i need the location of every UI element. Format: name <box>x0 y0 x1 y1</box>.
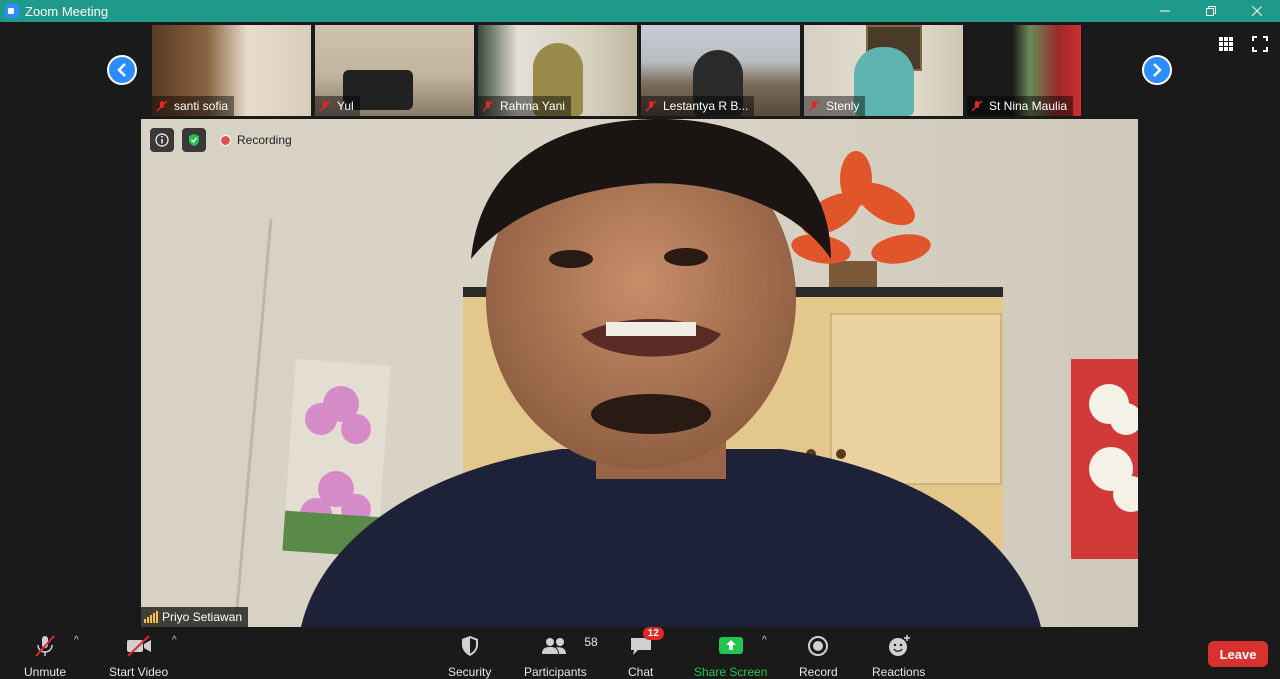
info-icon <box>155 133 169 147</box>
window-controls <box>1142 0 1280 22</box>
reactions-button[interactable]: Reactions <box>872 633 925 679</box>
video-options-caret-icon[interactable]: ^ <box>172 635 177 646</box>
chat-unread-badge: 12 <box>642 627 664 640</box>
participant-tile[interactable]: Rahma Yani <box>478 25 637 116</box>
participants-count: 58 <box>584 635 598 649</box>
active-speaker-video: Recording Priyo Setiawan <box>141 119 1138 627</box>
restore-icon <box>1206 6 1216 16</box>
share-screen-icon <box>718 637 743 654</box>
share-options-caret-icon[interactable]: ^ <box>762 635 767 646</box>
previous-page-button[interactable] <box>107 55 137 85</box>
signal-strength-icon <box>144 611 158 623</box>
mic-muted-icon <box>35 635 55 657</box>
participant-nameplate: Rahma Yani <box>478 96 571 116</box>
mic-muted-icon <box>319 100 331 112</box>
participant-name: Rahma Yani <box>500 99 565 113</box>
participant-tile[interactable]: Stenly <box>804 25 963 116</box>
participant-nameplate: Stenly <box>804 96 866 116</box>
zoom-app-icon <box>5 4 19 18</box>
gallery-strip: santi sofia Yul Rahma Yani Lestantya R B… <box>0 25 1280 117</box>
gallery-view-icon <box>1219 37 1233 51</box>
participant-tile[interactable]: Lestantya R B... <box>641 25 800 116</box>
mic-muted-icon <box>156 100 168 112</box>
leave-button[interactable]: Leave <box>1208 641 1268 667</box>
share-screen-button[interactable]: Share Screen <box>694 633 767 679</box>
participant-name: Lestantya R B... <box>663 99 749 113</box>
audio-options-caret-icon[interactable]: ^ <box>74 635 79 646</box>
participant-nameplate: Lestantya R B... <box>641 96 755 116</box>
participants-button[interactable]: 58 Participants <box>524 633 598 679</box>
participant-tile[interactable]: St Nina Maulia <box>967 25 1081 116</box>
speaker-name: Priyo Setiawan <box>162 610 243 624</box>
minimize-button[interactable] <box>1142 0 1188 22</box>
title-bar: Zoom Meeting <box>0 0 1280 22</box>
speaker-video-feed <box>141 119 1138 627</box>
fullscreen-button[interactable] <box>1252 36 1268 57</box>
participant-nameplate: St Nina Maulia <box>967 96 1074 116</box>
shield-check-icon <box>189 134 199 146</box>
window-title: Zoom Meeting <box>25 3 109 19</box>
shield-icon <box>461 636 478 656</box>
gallery-view-button[interactable] <box>1218 36 1234 57</box>
chevron-left-icon <box>117 63 126 77</box>
participant-tile[interactable]: santi sofia <box>152 25 311 116</box>
close-icon <box>1252 6 1262 16</box>
participant-tile[interactable]: Yul <box>315 25 474 116</box>
minimize-icon <box>1160 10 1170 12</box>
mic-muted-icon <box>645 100 657 112</box>
unmute-button[interactable]: Unmute <box>24 633 66 679</box>
chevron-right-icon <box>1153 63 1162 77</box>
participants-icon <box>542 638 567 654</box>
participant-name: santi sofia <box>174 99 229 113</box>
record-icon <box>808 636 829 656</box>
participant-nameplate: santi sofia <box>152 96 235 116</box>
security-button[interactable]: Security <box>448 633 491 679</box>
participant-name: St Nina Maulia <box>989 99 1068 113</box>
mic-muted-icon <box>482 100 494 112</box>
mic-muted-icon <box>971 100 983 112</box>
next-page-button[interactable] <box>1142 55 1172 85</box>
mic-muted-icon <box>808 100 820 112</box>
participant-name: Stenly <box>826 99 860 113</box>
speaker-nameplate: Priyo Setiawan <box>141 607 249 627</box>
recording-dot-icon <box>220 134 231 146</box>
encryption-button[interactable] <box>182 128 206 152</box>
meeting-info-bar: Recording <box>150 128 292 152</box>
meeting-info-button[interactable] <box>150 128 174 152</box>
restore-button[interactable] <box>1188 0 1234 22</box>
close-button[interactable] <box>1234 0 1280 22</box>
participant-nameplate: Yul <box>315 96 360 116</box>
record-button[interactable]: Record <box>799 633 838 679</box>
recording-label: Recording <box>237 133 292 147</box>
fullscreen-icon <box>1252 36 1268 52</box>
video-off-icon <box>126 635 151 657</box>
meeting-toolbar: Unmute ^ Start Video ^ Security 58 Parti… <box>0 627 1280 679</box>
start-video-button[interactable]: Start Video <box>109 633 168 679</box>
recording-indicator: Recording <box>220 133 292 147</box>
chat-button[interactable]: 12 Chat <box>628 627 664 679</box>
reactions-icon <box>888 635 910 656</box>
participant-name: Yul <box>337 99 354 113</box>
view-controls <box>1218 36 1268 57</box>
